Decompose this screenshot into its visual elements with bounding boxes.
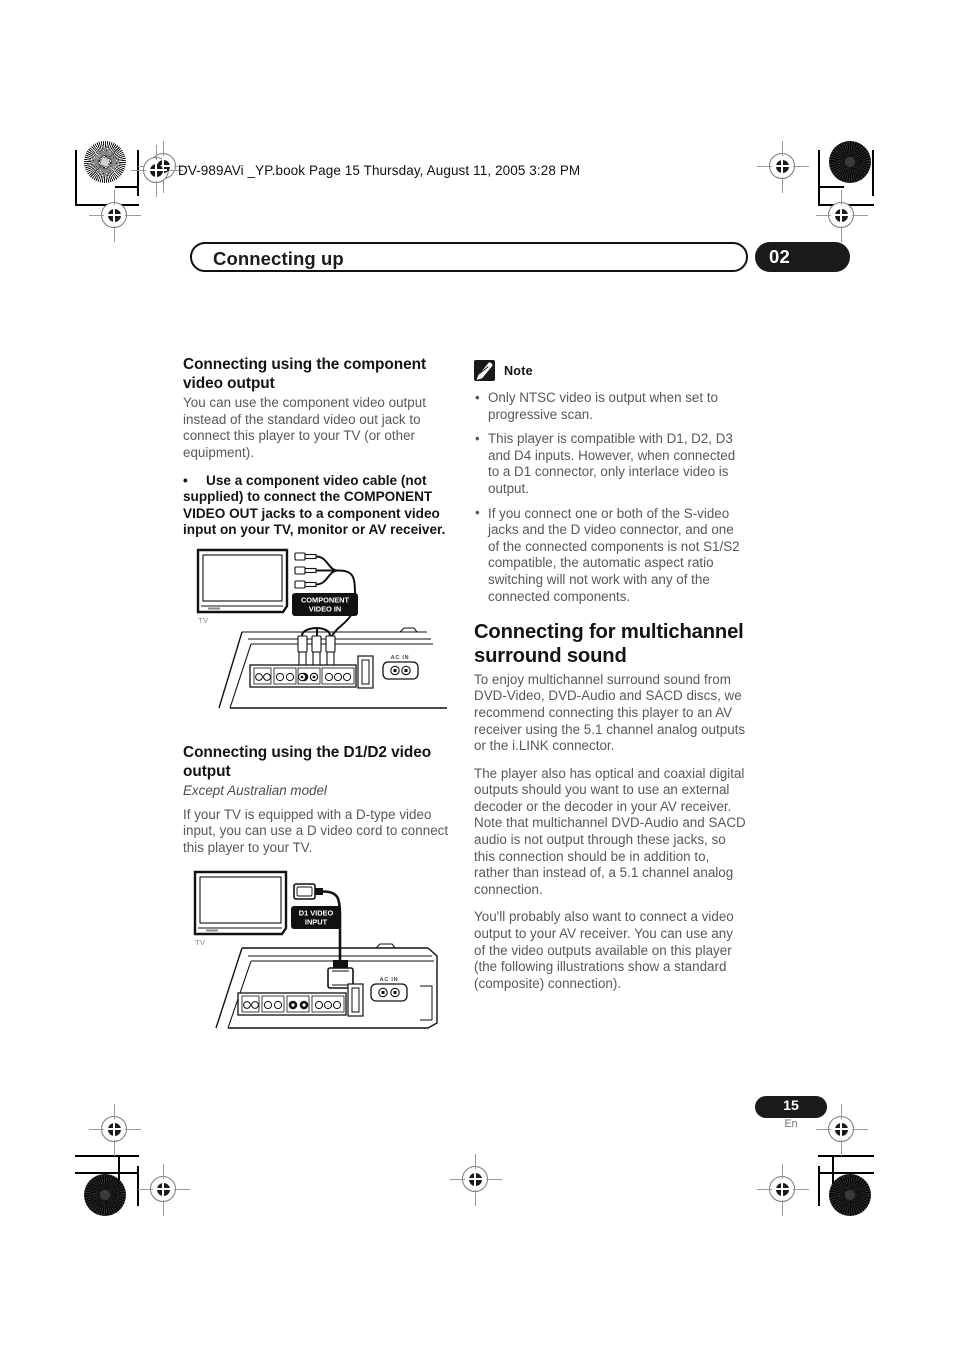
tv-illustration bbox=[193, 870, 288, 936]
bullet-component-video-cable: • Use a component video cable (not suppli… bbox=[183, 473, 455, 539]
ac-in-socket: AC IN bbox=[382, 655, 419, 680]
svg-text:COMPONENT: COMPONENT bbox=[301, 596, 350, 605]
note-item: If you connect one or both of the S-vide… bbox=[474, 505, 746, 606]
svg-text:AC IN: AC IN bbox=[391, 655, 410, 661]
heading-component-video: Connecting using the component video out… bbox=[183, 356, 427, 392]
registration-starburst-bottom-left bbox=[84, 1174, 126, 1216]
note-item: Only NTSC video is output when set to pr… bbox=[474, 389, 746, 423]
note-label: Note bbox=[504, 363, 533, 378]
svg-text:VIDEO IN: VIDEO IN bbox=[309, 605, 341, 614]
figure-d1-video-connection: TV D1 VIDEO INPUT AC IN bbox=[190, 868, 448, 1040]
registration-target-top-right-inner bbox=[757, 141, 809, 193]
registration-starburst-top-right bbox=[829, 141, 871, 183]
registration-target-bottom-center bbox=[450, 1154, 502, 1206]
paragraph-multichannel-3: You'll probably also want to connect a v… bbox=[474, 909, 734, 991]
tv-illustration bbox=[196, 548, 289, 614]
d-video-plug bbox=[293, 883, 323, 900]
paragraph-d1-d2-video: If your TV is equipped with a D-type vid… bbox=[183, 806, 449, 855]
figure-d1-video-svg: TV D1 VIDEO INPUT AC IN bbox=[193, 870, 438, 1029]
chapter-number: 02 bbox=[769, 246, 790, 267]
registration-target-right-lower bbox=[816, 1104, 868, 1156]
pencil-note-icon bbox=[474, 360, 495, 381]
svg-text:TV: TV bbox=[198, 616, 208, 625]
registration-starburst-top-left bbox=[84, 141, 126, 183]
figure-component-video-svg: TV COMPONENT VIDEO IN AC IN bbox=[196, 548, 447, 709]
svg-text:AC IN: AC IN bbox=[380, 977, 399, 983]
left-column-part2: Connecting using the D1/D2 video output … bbox=[183, 744, 455, 857]
subheading-except-australian: Except Australian model bbox=[183, 783, 327, 799]
page-language-code: En bbox=[784, 1118, 798, 1130]
chapter-number-pill: 02 bbox=[755, 242, 850, 272]
heading-multichannel-surround: Connecting for multichannel surround sou… bbox=[474, 621, 744, 667]
pencil-icon-svg bbox=[476, 362, 493, 380]
registration-starburst-bottom-right bbox=[829, 1174, 871, 1216]
registration-target-left-lower bbox=[89, 1104, 141, 1156]
registration-target-bottom-right-inner bbox=[757, 1164, 809, 1216]
rear-jack-panel bbox=[249, 655, 374, 689]
d1-video-input-badge: D1 VIDEO INPUT bbox=[291, 906, 341, 929]
bullet-text: Use a component video cable (not supplie… bbox=[183, 472, 446, 538]
right-column: Note Only NTSC video is output when set … bbox=[474, 360, 746, 1003]
chapter-title: Connecting up bbox=[213, 248, 344, 269]
svg-text:TV: TV bbox=[195, 938, 205, 947]
paragraph-multichannel-2: The player also has optical and coaxial … bbox=[474, 765, 746, 897]
note-header: Note bbox=[474, 360, 746, 381]
running-header: Connecting up 02 bbox=[190, 242, 850, 272]
tv-rca-plugs bbox=[294, 552, 317, 589]
print-slug-text: DV-989AVi _YP.book Page 15 Thursday, Aug… bbox=[178, 163, 581, 178]
note-list: Only NTSC video is output when set to pr… bbox=[474, 389, 746, 606]
registration-target-bottom-left-inner bbox=[138, 1164, 190, 1216]
registration-target-left-upper bbox=[89, 190, 141, 242]
chapter-title-pill: Connecting up bbox=[190, 242, 748, 272]
figure-component-video-connection: TV COMPONENT VIDEO IN AC IN bbox=[195, 544, 447, 716]
left-column: Connecting using the component video out… bbox=[183, 356, 455, 549]
heading-d1-d2-video: Connecting using the D1/D2 video output bbox=[183, 744, 432, 780]
svg-text:D1 VIDEO: D1 VIDEO bbox=[299, 909, 334, 918]
component-video-in-badge: COMPONENT VIDEO IN bbox=[292, 593, 358, 616]
registration-target-right-upper bbox=[816, 190, 868, 242]
page-number-pill: 15 bbox=[755, 1096, 827, 1118]
paragraph-component-video: You can use the component video output i… bbox=[183, 395, 426, 460]
svg-text:INPUT: INPUT bbox=[305, 918, 328, 927]
note-item: This player is compatible with D1, D2, D… bbox=[474, 431, 746, 497]
page-number: 15 bbox=[783, 1098, 799, 1114]
bullet-marker: • bbox=[183, 472, 188, 488]
paragraph-multichannel-1: To enjoy multichannel surround sound fro… bbox=[474, 671, 746, 754]
ac-in-socket: AC IN bbox=[370, 977, 408, 1002]
player-rca-plugs bbox=[297, 635, 336, 667]
